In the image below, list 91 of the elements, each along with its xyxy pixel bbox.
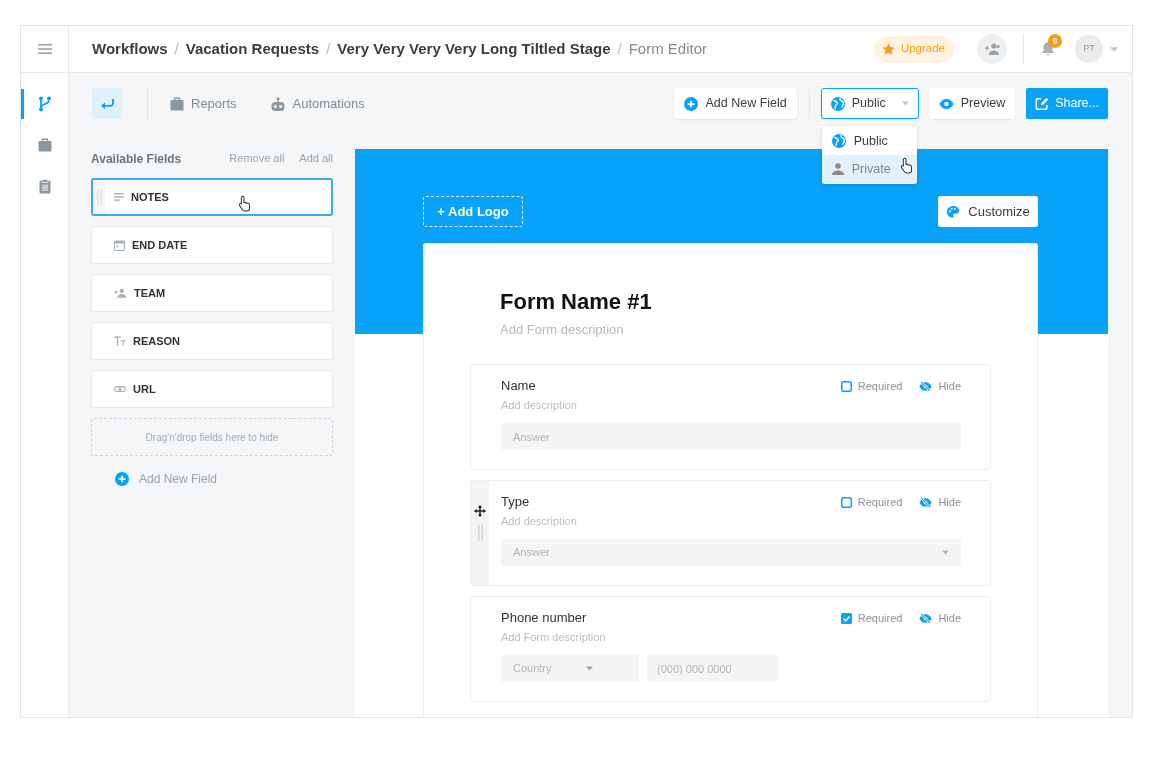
- caret-icon: [942, 550, 949, 555]
- globe-icon: [830, 96, 845, 111]
- breadcrumb-link[interactable]: Very Very Very Very Long Tiltled Stage: [337, 37, 611, 61]
- field-label: END DATE: [132, 237, 188, 253]
- drag-handle[interactable]: [471, 481, 489, 585]
- robot-icon: [269, 96, 286, 111]
- breadcrumb-link[interactable]: Workflows: [92, 37, 168, 61]
- field-label: NOTES: [131, 189, 169, 205]
- toolbar-link[interactable]: Automations: [269, 88, 365, 119]
- question-label[interactable]: Phone number: [501, 608, 587, 628]
- hide-button[interactable]: Hide: [919, 377, 961, 395]
- field-label: TEAM: [134, 285, 166, 301]
- text-size-icon: [114, 336, 126, 346]
- hand-cursor-icon: [899, 157, 913, 174]
- answer-field[interactable]: Answer: [501, 423, 961, 450]
- hide-button[interactable]: Hide: [919, 493, 961, 511]
- return-arrow-icon: [99, 97, 115, 110]
- form-title[interactable]: Form Name #1: [500, 289, 991, 315]
- toolbar-link[interactable]: Reports: [170, 88, 237, 119]
- menu-item[interactable]: Public: [821, 127, 917, 155]
- grip-icon: [477, 525, 483, 541]
- breadcrumb-link[interactable]: Vacation Requests: [185, 37, 320, 61]
- question-description[interactable]: Add Form description: [501, 629, 961, 645]
- add-logo-button[interactable]: + Add Logo: [423, 196, 523, 227]
- preview-button[interactable]: Preview: [928, 88, 1016, 119]
- eye-slash-icon: [919, 496, 933, 508]
- caret-icon: [901, 101, 909, 106]
- upgrade-button[interactable]: Upgrade: [873, 35, 954, 63]
- back-button[interactable]: [92, 88, 122, 119]
- menu-item[interactable]: Private: [821, 155, 917, 183]
- add-person-icon: [114, 288, 127, 298]
- required-checkbox[interactable]: Required: [840, 609, 903, 627]
- drop-zone: Drag'n'drop fields here to hide: [91, 418, 333, 456]
- move-icon: [474, 505, 486, 517]
- question-description[interactable]: Add description: [501, 397, 961, 413]
- eye-slash-icon: [919, 612, 933, 624]
- add-field-button[interactable]: Add New Field: [674, 88, 797, 119]
- menu-icon: [37, 44, 52, 54]
- caret-icon: [586, 666, 593, 671]
- country-select[interactable]: Country: [501, 655, 639, 682]
- share-edit-icon: [1035, 96, 1050, 111]
- panel-title: Available Fields: [91, 150, 182, 168]
- visibility-dropdown[interactable]: Public: [820, 88, 919, 119]
- breadcrumb-current: Form Editor: [628, 38, 708, 59]
- caret-icon: [1110, 46, 1118, 52]
- eye-icon: [938, 98, 954, 109]
- question-label[interactable]: Name: [501, 376, 536, 396]
- menu-button[interactable]: [37, 44, 52, 54]
- hand-cursor-icon: [238, 195, 251, 212]
- branch-icon: [37, 96, 52, 112]
- breadcrumb-separator: /: [617, 38, 622, 59]
- field-label: URL: [133, 381, 156, 397]
- plus-circle-icon: [684, 96, 699, 111]
- text-lines-icon: [114, 193, 124, 201]
- breadcrumb-separator: /: [174, 38, 179, 59]
- question-label[interactable]: Type: [501, 492, 530, 512]
- customize-button[interactable]: Customize: [938, 196, 1038, 227]
- add-user-icon: [983, 43, 1001, 55]
- answer-select[interactable]: Answer: [501, 539, 961, 566]
- field-card[interactable]: REASON: [91, 322, 333, 360]
- person-icon: [831, 163, 844, 175]
- briefcase-icon: [170, 96, 184, 111]
- add-all-link[interactable]: Add all: [299, 150, 333, 167]
- notification-badge: 9: [1048, 34, 1062, 48]
- notifications-button[interactable]: 9: [1033, 34, 1063, 64]
- globe-icon: [831, 134, 846, 148]
- plus-circle-icon: [115, 472, 129, 486]
- field-card[interactable]: END DATE: [91, 226, 333, 264]
- field-card[interactable]: NOTES: [91, 178, 333, 216]
- question-description[interactable]: Add description: [501, 513, 961, 529]
- link-icon: [114, 386, 126, 392]
- palette-icon: [946, 204, 961, 219]
- calendar-icon: [114, 239, 125, 251]
- eye-slash-icon: [919, 380, 933, 392]
- field-card[interactable]: TEAM: [91, 274, 333, 312]
- avatar[interactable]: PT: [1075, 35, 1103, 63]
- breadcrumb-separator: /: [326, 38, 331, 59]
- field-label: REASON: [133, 333, 181, 349]
- remove-all-link[interactable]: Remove all: [229, 150, 285, 167]
- required-checkbox[interactable]: Required: [840, 493, 903, 511]
- add-field-link[interactable]: Add New Field: [115, 470, 218, 488]
- briefcase-icon: [37, 138, 52, 152]
- clipboard-icon: [38, 178, 51, 194]
- star-icon: [881, 43, 895, 55]
- form-description[interactable]: Add Form description: [500, 321, 991, 338]
- invite-button[interactable]: [977, 34, 1007, 64]
- required-checkbox[interactable]: Required: [840, 377, 903, 395]
- hide-button[interactable]: Hide: [919, 609, 961, 627]
- phone-field[interactable]: (000) 000 0000: [647, 655, 778, 682]
- field-card[interactable]: URL: [91, 370, 333, 408]
- share-button[interactable]: Share...: [1026, 88, 1108, 119]
